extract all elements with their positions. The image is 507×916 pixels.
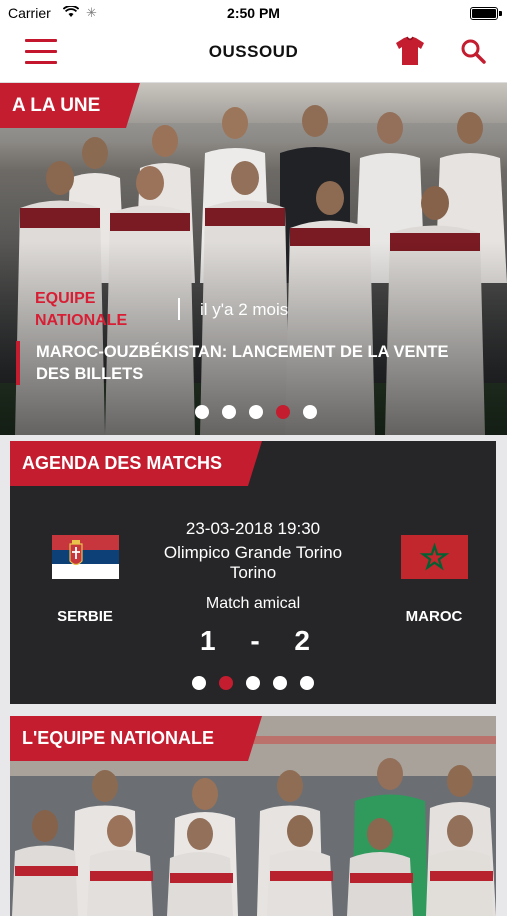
article-category[interactable]: EQUIPE NATIONALE [35,288,135,332]
match-datetime: 23-03-2018 19:30 [185,519,321,538]
carousel-dot[interactable] [222,405,236,419]
article-meta: EQUIPE NATIONALE il y'a 2 mois [35,288,475,332]
nav-bar: OUSSOUD [0,26,507,83]
article-headline[interactable]: MAROC-OUZBÉKISTAN: LANCEMENT DE LA VENTE… [16,341,466,385]
carousel-dot[interactable] [192,676,206,690]
away-team-name: MAROC [405,608,463,625]
national-team-card[interactable]: L'EQUIPE NATIONALE [10,716,496,916]
match-agenda-card[interactable]: AGENDA DES MATCHS SERBIE MAROC 23-03-201… [10,441,496,704]
article-time-ago: il y'a 2 mois [200,300,289,319]
carousel-dot[interactable] [195,405,209,419]
hero-carousel-dots [195,405,317,419]
carousel-dot[interactable] [246,676,260,690]
match-city: Torino [229,563,277,582]
morocco-flag-icon [401,535,468,579]
battery-icon [470,7,502,20]
menu-button[interactable] [25,39,57,65]
hamburger-icon [25,39,57,42]
home-team-name: SERBIE [57,608,113,625]
serbia-flag-icon [52,535,119,579]
carousel-dot-active[interactable] [276,405,290,419]
away-score: 2 [294,625,310,656]
carousel-dot[interactable] [303,405,317,419]
app-title: OUSSOUD [208,42,299,61]
match-type: Match amical [205,595,301,612]
search-icon[interactable] [460,38,486,64]
home-score: 1 [200,625,216,656]
section-tag-a-la-une: A LA UNE [0,83,140,128]
meta-separator [178,298,180,320]
featured-article-card[interactable]: A LA UNE EQUIPE NATIONALE il y'a 2 mois … [0,83,507,435]
carousel-dot[interactable] [300,676,314,690]
carousel-dot-active[interactable] [219,676,233,690]
match-stadium: Olimpico Grande Torino [163,543,343,562]
match-score: 1 - 2 [200,625,310,657]
score-separator: - [250,625,260,656]
carousel-dot[interactable] [273,676,287,690]
status-time: 2:50 PM [227,5,280,21]
jersey-icon[interactable] [393,34,427,68]
section-tag-equipe-nationale: L'EQUIPE NATIONALE [10,716,262,761]
section-tag-agenda: AGENDA DES MATCHS [10,441,262,486]
agenda-carousel-dots [192,676,314,690]
carousel-dot[interactable] [249,405,263,419]
status-bar: Carrier ✳ 2:50 PM [0,0,507,26]
